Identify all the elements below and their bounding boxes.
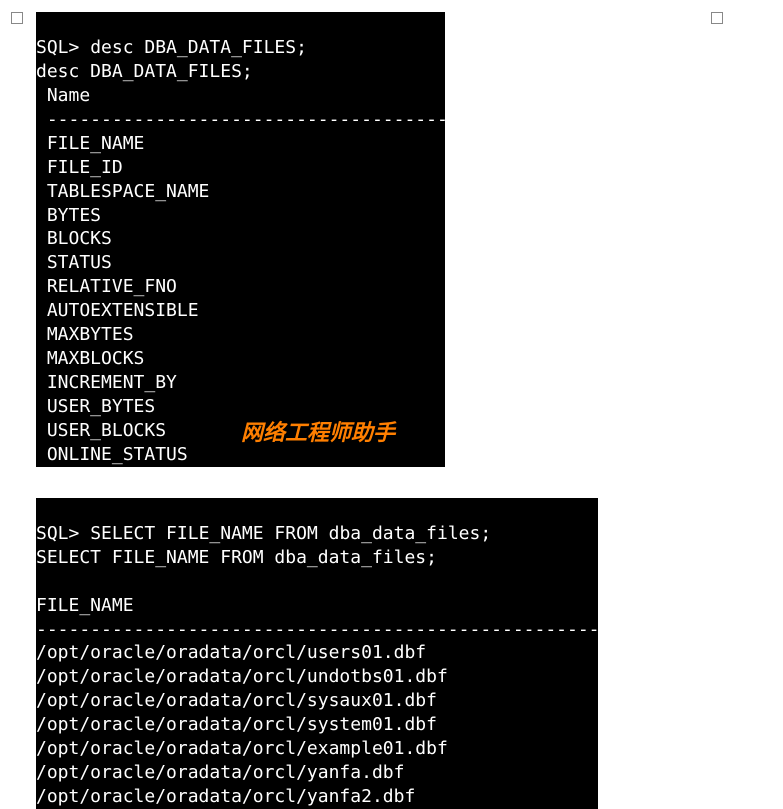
sql-prompt: SQL>: [36, 523, 79, 544]
terminal-window-2[interactable]: SQL> SELECT FILE_NAME FROM dba_data_file…: [36, 498, 598, 809]
column-name: USER_BYTES: [36, 396, 155, 417]
result-row: /opt/oracle/oradata/orcl/yanfa2.dbf: [36, 786, 415, 807]
column-name: STATUS: [36, 252, 112, 273]
watermark-text: 网络工程师助手: [241, 418, 395, 447]
column-name: FILE_NAME: [36, 133, 144, 154]
column-name: MAXBLOCKS: [36, 348, 144, 369]
result-row: /opt/oracle/oradata/orcl/users01.dbf: [36, 642, 426, 663]
column-name: ONLINE_STATUS: [36, 444, 188, 465]
sql-command: SELECT FILE_NAME FROM dba_data_files;: [90, 523, 491, 544]
sql-prompt: SQL>: [36, 37, 79, 58]
sql-command-echo: desc DBA_DATA_FILES;: [36, 61, 253, 82]
column-name: BLOCKS: [36, 228, 112, 249]
sql-command-echo: SELECT FILE_NAME FROM dba_data_files;: [36, 547, 437, 568]
column-header: Name: [36, 85, 90, 106]
sql-command: desc DBA_DATA_FILES;: [90, 37, 307, 58]
result-row: /opt/oracle/oradata/orcl/example01.dbf: [36, 738, 448, 759]
result-row: /opt/oracle/oradata/orcl/yanfa.dbf: [36, 762, 404, 783]
column-name: FILE_ID: [36, 157, 123, 178]
column-name: AUTOEXTENSIBLE: [36, 300, 199, 321]
divider-line: ----------------------------------------…: [36, 109, 445, 130]
column-name: RELATIVE_FNO: [36, 276, 177, 297]
page-marker-left: [11, 12, 23, 24]
column-name: TABLESPACE_NAME: [36, 181, 209, 202]
column-name: INCREMENT_BY: [36, 372, 177, 393]
page-marker-right: [711, 12, 723, 24]
column-header: FILE_NAME: [36, 595, 134, 616]
result-row: /opt/oracle/oradata/orcl/system01.dbf: [36, 714, 437, 735]
column-name: MAXBYTES: [36, 324, 134, 345]
result-row: /opt/oracle/oradata/orcl/sysaux01.dbf: [36, 690, 437, 711]
column-name: BYTES: [36, 205, 101, 226]
result-row: /opt/oracle/oradata/orcl/undotbs01.dbf: [36, 666, 448, 687]
column-name: USER_BLOCKS: [36, 420, 166, 441]
divider-line: ----------------------------------------…: [36, 619, 598, 640]
terminal-window-1[interactable]: SQL> desc DBA_DATA_FILES; desc DBA_DATA_…: [36, 12, 445, 467]
